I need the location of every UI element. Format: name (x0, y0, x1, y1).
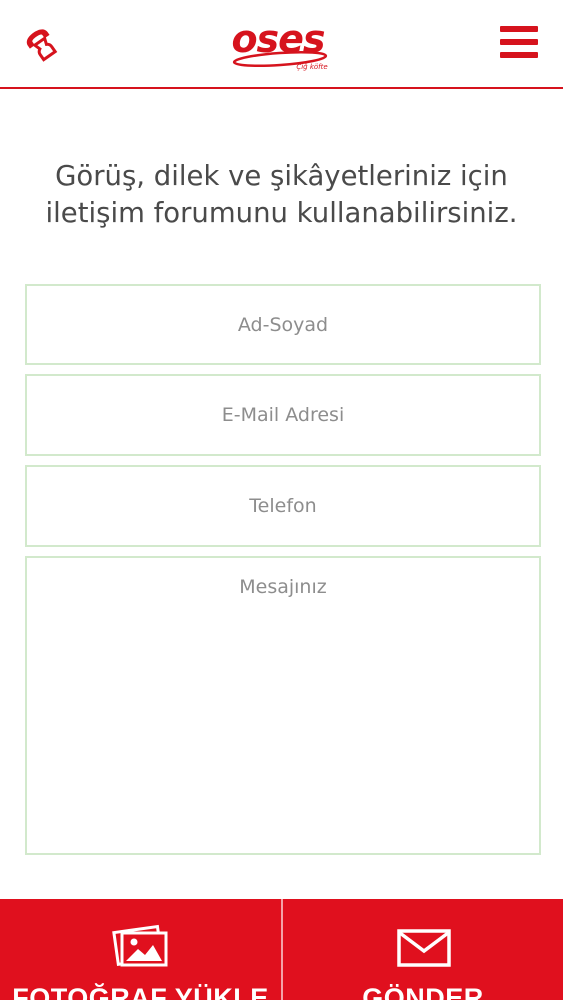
name-field[interactable] (25, 284, 541, 365)
send-label: GÖNDER (362, 983, 484, 1000)
envelope-icon (397, 929, 451, 967)
call-button[interactable] (22, 24, 62, 66)
photo-gallery-icon (112, 924, 168, 967)
intro-text: Görüş, dilek ve şikâyetleriniz için ilet… (45, 160, 518, 229)
logo-subtext: Çiğ köfte (296, 63, 327, 71)
phone-icon (26, 29, 58, 62)
menu-button[interactable] (500, 26, 540, 62)
bottom-action-bar: FOTOĞRAF YÜKLE GÖNDER (0, 899, 563, 1000)
logo-wordmark: oses (231, 17, 324, 61)
oses-logo[interactable]: oses Çiğ köfte (228, 14, 334, 74)
phone-field[interactable] (25, 465, 541, 547)
top-header: oses Çiğ köfte (0, 0, 563, 89)
message-field[interactable] (25, 556, 541, 855)
upload-photo-label: FOTOĞRAF YÜKLE (12, 983, 269, 1000)
email-field[interactable] (25, 374, 541, 456)
send-button[interactable]: GÖNDER (283, 899, 563, 1000)
contact-screen: oses Çiğ köfte Görüş, dilek ve şikâyetle… (0, 0, 563, 1000)
upload-photo-button[interactable]: FOTOĞRAF YÜKLE (0, 899, 281, 1000)
